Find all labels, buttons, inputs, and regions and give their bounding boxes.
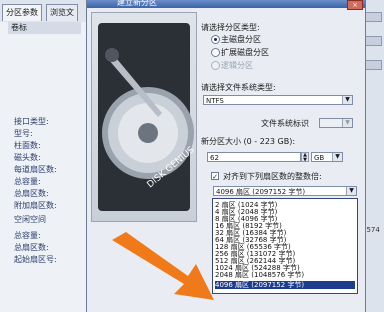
partition-type-label: 请选择分区类型: xyxy=(201,23,260,32)
free-sectors-label: 总扇区数: xyxy=(14,243,49,252)
interface-info: 接口类型: 型号: xyxy=(14,116,49,140)
hard-disk-illustration: DISK GENIUS xyxy=(91,12,197,222)
chevron-down-icon[interactable]: ▼ xyxy=(332,153,342,161)
dialog-titlebar[interactable]: 建立新分区 × xyxy=(87,0,365,10)
align-option-selected[interactable]: 4096 扇区 (2097152 字节) xyxy=(215,281,355,289)
fs-id-label: 文件系统标识 xyxy=(261,119,309,128)
free-space-title: 空闲空间 xyxy=(14,215,46,224)
tab-bar: 分区参数 浏览文 xyxy=(0,0,90,23)
extended-partition-label[interactable]: 扩展磁盘分区 xyxy=(221,47,269,58)
size-spinner[interactable]: ▲ ▼ xyxy=(301,152,309,163)
align-checkbox[interactable]: ✓ xyxy=(211,172,219,181)
dialog-title: 建立新分区 xyxy=(117,0,157,7)
orange-arrow-icon xyxy=(112,232,214,300)
sectors-per-track-label: 每道扇区数: xyxy=(14,165,57,174)
fs-type-select[interactable]: NTFS ▼ xyxy=(203,95,353,105)
fs-id-select: ▼ xyxy=(319,118,353,128)
align-option[interactable]: 2048 扇区 (1048576 字节) xyxy=(215,271,355,279)
align-select[interactable]: 4096 扇区 (2097152 字节) ▼ xyxy=(213,186,357,196)
geometry-info: 柱面数: 磁头数: 每道扇区数: 总容量: 总扇区数: 附加扇区数: xyxy=(14,140,57,212)
heads-label: 磁头数: xyxy=(14,153,41,162)
chevron-down-icon[interactable]: ▼ xyxy=(342,96,352,104)
tab-browse-files[interactable]: 浏览文 xyxy=(46,4,78,21)
fs-type-label: 请选择文件系统类型: xyxy=(201,83,276,92)
start-sector-label: 起始扇区号: xyxy=(14,255,57,264)
list-header-volume: 卷标 xyxy=(8,22,81,34)
align-options-list[interactable]: 2 扇区 (1024 字节) 4 扇区 (2048 字节) 8 扇区 (4096… xyxy=(212,198,358,294)
logical-partition-label: 逻辑分区 xyxy=(221,61,253,70)
size-unit-value: GB xyxy=(314,154,325,162)
size-value: 62 xyxy=(210,154,219,162)
size-unit-select[interactable]: GB ▼ xyxy=(311,152,343,162)
total-capacity-label: 总容量: xyxy=(14,177,41,186)
chevron-down-icon[interactable]: ▼ xyxy=(346,187,356,195)
hard-disk-icon: DISK GENIUS xyxy=(98,23,197,211)
fs-type-value: NTFS xyxy=(206,97,224,105)
size-label: 新分区大小 (0 - 223 GB): xyxy=(201,137,296,146)
tab-partition-params[interactable]: 分区参数 xyxy=(2,4,42,21)
chevron-down-icon: ▼ xyxy=(342,119,352,127)
radio-extended-partition[interactable] xyxy=(211,48,220,57)
primary-partition-label[interactable]: 主磁盘分区 xyxy=(221,34,261,45)
align-value: 4096 扇区 (2097152 字节) xyxy=(216,188,306,196)
interface-type-label: 接口类型: xyxy=(14,117,49,126)
radio-primary-partition[interactable] xyxy=(211,35,220,44)
cylinders-label: 柱面数: xyxy=(14,141,41,150)
partition-info-panel: 卷标 接口类型: 型号: 柱面数: 磁头数: 每道扇区数: 总容量: 总扇区数:… xyxy=(0,22,90,312)
total-sectors-label: 总扇区数: xyxy=(14,189,49,198)
model-label: 型号: xyxy=(14,129,33,138)
close-button[interactable]: × xyxy=(347,0,363,10)
radio-logical-partition xyxy=(211,61,220,70)
free-capacity-label: 总容量: xyxy=(14,231,41,240)
extra-sectors-label: 附加扇区数: xyxy=(14,201,57,210)
free-space-info: 总容量: 总扇区数: 起始扇区号: xyxy=(14,230,57,266)
size-input[interactable]: 62 xyxy=(207,152,301,162)
align-label: 对齐到下列扇区数的整数倍: xyxy=(223,172,322,181)
